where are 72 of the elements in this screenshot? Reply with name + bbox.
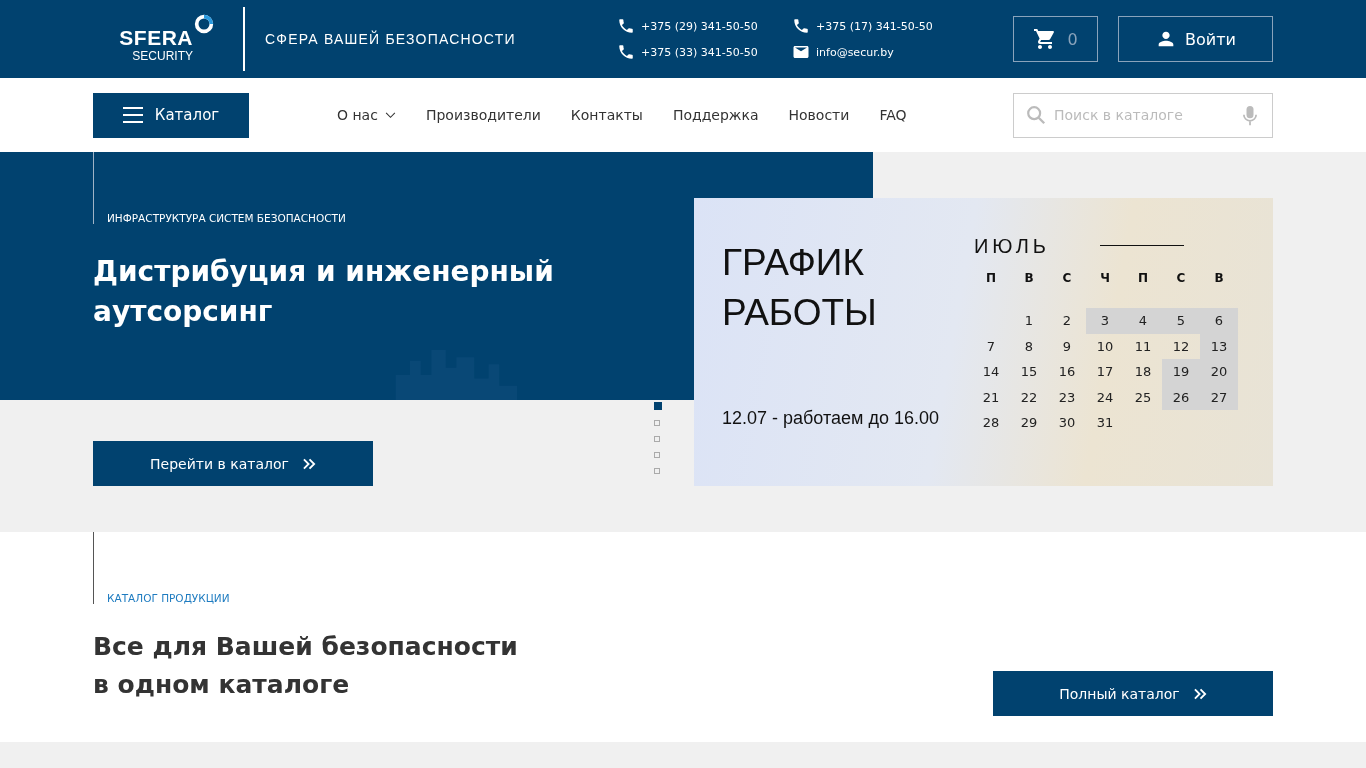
calendar-day: 18 — [1124, 359, 1162, 385]
calendar-day: 29 — [1010, 410, 1048, 436]
banner-title: ГРАФИК РАБОТЫ — [722, 241, 878, 335]
calendar-day: 4 — [1124, 308, 1162, 334]
banner-note: 12.07 - работаем до 16.00 — [722, 408, 940, 429]
calendar-day: 26 — [1162, 384, 1200, 410]
catalog-button[interactable]: Каталог — [93, 92, 249, 138]
calendar-day: 21 — [972, 384, 1010, 410]
weekday-label: В — [1213, 270, 1225, 287]
month-label: ИЮЛЬ — [974, 235, 1050, 258]
weekday-label: С — [1061, 270, 1073, 287]
menu-icon — [122, 107, 143, 123]
mail-icon — [792, 43, 810, 61]
calendar-day: 12 — [1162, 333, 1200, 359]
calendar-day: 20 — [1200, 359, 1238, 385]
contact-link[interactable]: +375 (29) 341-50-50 — [641, 19, 758, 33]
nav-link[interactable]: О нас — [337, 107, 396, 123]
calendar-day: 2 — [1048, 308, 1086, 334]
calendar-day: 7 — [972, 333, 1010, 359]
microphone-icon[interactable] — [1243, 104, 1257, 126]
logo[interactable]: SFERA SECURITY — [93, 13, 215, 65]
weekday-label: П — [984, 270, 997, 287]
calendar-day: 9 — [1048, 333, 1086, 359]
nav-link[interactable]: Поддержка — [672, 107, 759, 123]
contact-link[interactable]: info@secur.by — [816, 45, 894, 59]
calendar-day: 6 — [1200, 308, 1238, 334]
search-icon — [1025, 103, 1047, 126]
chevron-down-icon — [384, 111, 396, 119]
calendar-day: 1 — [1010, 308, 1048, 334]
nav-link[interactable]: Контакты — [570, 107, 643, 123]
calendar-day: 8 — [1010, 333, 1048, 359]
double-chevron-icon — [1193, 687, 1207, 700]
go-to-catalog-button[interactable]: Перейти в каталог — [93, 441, 373, 486]
phone-icon — [617, 43, 635, 61]
calendar-day: 22 — [1010, 384, 1048, 410]
calendar-day: 24 — [1086, 384, 1124, 410]
slogan: СФЕРА ВАШЕЙ БЕЗОПАСНОСТИ — [265, 31, 517, 47]
nav-link[interactable]: Производители — [425, 107, 541, 123]
calendar-day: 11 — [1124, 333, 1162, 359]
section-eyebrow: КАТАЛОГ ПРОДУКЦИИ — [106, 591, 231, 604]
calendar-day: 28 — [972, 410, 1010, 436]
calendar-day: 30 — [1048, 410, 1086, 436]
calendar-day: 14 — [972, 359, 1010, 385]
weekday-label: В — [1023, 270, 1035, 287]
calendar-day: 31 — [1086, 410, 1124, 436]
calendar-day: 15 — [1010, 359, 1048, 385]
full-catalog-button[interactable]: Полный каталог — [993, 671, 1273, 716]
calendar-day: 16 — [1048, 359, 1086, 385]
weekday-label: С — [1175, 270, 1187, 287]
calendar-day: 10 — [1086, 333, 1124, 359]
weekday-label: Ч — [1099, 270, 1111, 287]
contact-link[interactable]: +375 (17) 341-50-50 — [816, 19, 933, 33]
calendar-day: 19 — [1162, 359, 1200, 385]
section-title: Все для Вашей безопасности в одном каталоге — [93, 631, 518, 701]
calendar-day: 17 — [1086, 359, 1124, 385]
double-chevron-icon — [302, 457, 316, 470]
weekday-label: П — [1136, 270, 1149, 287]
calendar-day: 13 — [1200, 333, 1238, 359]
contact-link[interactable]: +375 (33) 341-50-50 — [641, 45, 758, 59]
search-field[interactable]: Поиск в каталоге — [1013, 92, 1273, 138]
login-button[interactable]: Войти — [1118, 16, 1273, 62]
phone-icon — [792, 17, 810, 35]
nav-link[interactable]: Новости — [788, 107, 850, 123]
phone-icon — [617, 17, 635, 35]
section-eyebrow: ИНФРАСТРУКТУРА СИСТЕМ БЕЗОПАСНОСТИ — [106, 211, 347, 224]
calendar-day: 23 — [1048, 384, 1086, 410]
nav-link[interactable]: FAQ — [879, 107, 907, 123]
hero-title: Дистрибуция и инженерный аутсорсинг — [93, 254, 555, 330]
cart-button[interactable]: 0 — [1013, 16, 1098, 62]
calendar-day: 25 — [1124, 384, 1162, 410]
calendar-day: 5 — [1162, 308, 1200, 334]
calendar-day: 3 — [1086, 308, 1124, 334]
